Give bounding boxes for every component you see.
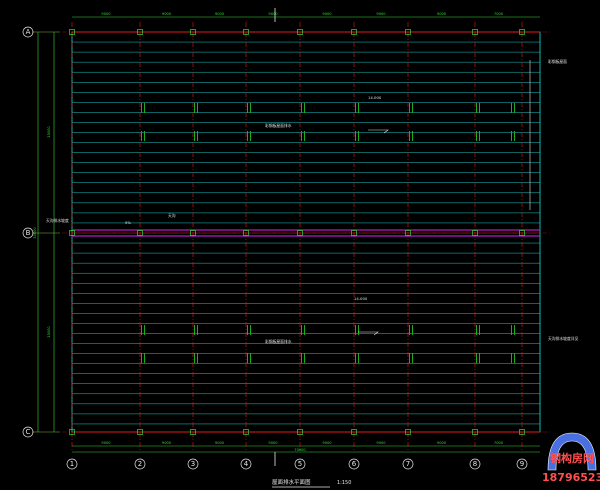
- axis-label-col: 1: [70, 460, 74, 468]
- bay-dim-bottom: 9000: [162, 441, 172, 445]
- axis-label-row: C: [26, 428, 31, 436]
- elevation-upper: 14.000: [368, 95, 382, 100]
- slope-arrows: [358, 60, 531, 336]
- roof-drainage-plan-drawing: ABC1 2 3 4 5 6 7 8 9 900090009000900090009000900…: [22, 8, 600, 488]
- axis-label-col: 3: [191, 460, 195, 468]
- axis-bubbles: A B C 1 2 3 4 5 6 7 8 9: [22, 26, 528, 470]
- elevation-lower: 14.000: [354, 296, 368, 301]
- left-note: 天沟排水坡度: [46, 218, 69, 223]
- axis-label-col: 8: [473, 460, 477, 468]
- axis-label-row: A: [26, 28, 31, 36]
- watermark-phone: 18796523888: [542, 471, 600, 484]
- axis-label-col: 7: [406, 460, 410, 468]
- bay-dim-top: 9000: [376, 12, 386, 16]
- bay-dim-bottom: 9000: [437, 441, 447, 445]
- axis-label-row: B: [26, 229, 31, 237]
- bay-dim-bottom: 9000: [268, 441, 278, 445]
- bay-dim-bottom: 9000: [101, 441, 111, 445]
- axis-label-col: 2: [138, 460, 142, 468]
- axis-label-col: 5: [298, 460, 302, 468]
- bay-dim-top: 9000: [101, 12, 111, 16]
- bay-dim-bottom: 9000: [215, 441, 225, 445]
- slope-pct: 5%: [125, 220, 131, 225]
- watermark-brand: 钢构房网: [550, 451, 594, 465]
- bay-dim-top: 9000: [268, 12, 278, 16]
- gutter-label: 天沟: [168, 213, 176, 218]
- left-dim-3: 15000: [47, 326, 51, 338]
- bay-dim-bottom: 7000: [494, 441, 504, 445]
- span-dim-bottom: 70000: [294, 448, 306, 452]
- bay-dim-bottom: 9000: [322, 441, 332, 445]
- bay-dim-top: 9000: [215, 12, 225, 16]
- bay-dim-top: 9000: [322, 12, 332, 16]
- bay-dim-top: 9000: [162, 12, 172, 16]
- axis-label-col: 9: [520, 460, 524, 468]
- bay-dim-top: 9000: [437, 12, 447, 16]
- roof-note-upper: 彩钢板屋面排水: [265, 123, 292, 128]
- watermark-logo: 钢构房网 18796523888: [542, 432, 600, 484]
- right-note-bottom: 天沟排水坡度详见: [548, 336, 579, 341]
- right-note-top: 彩钢板屋面: [548, 59, 567, 64]
- drawing-scale: 1:150: [337, 480, 351, 486]
- roof-note-lower: 彩钢板屋面排水: [265, 339, 292, 344]
- left-dim-2: 30000: [33, 227, 37, 239]
- dimension-text: 9000 9000 9000 9000 9000 9000 9000 9000 9000 9000…: [101, 12, 503, 445]
- bay-dim-top: 7000: [494, 12, 504, 16]
- axis-label-col: 4: [244, 460, 249, 468]
- axis-label-col: 6: [352, 460, 357, 468]
- left-dim-1: 15000: [47, 126, 51, 138]
- bay-dim-bottom: 9000: [376, 441, 386, 445]
- drawing-title: 屋面排水平面图: [272, 478, 311, 486]
